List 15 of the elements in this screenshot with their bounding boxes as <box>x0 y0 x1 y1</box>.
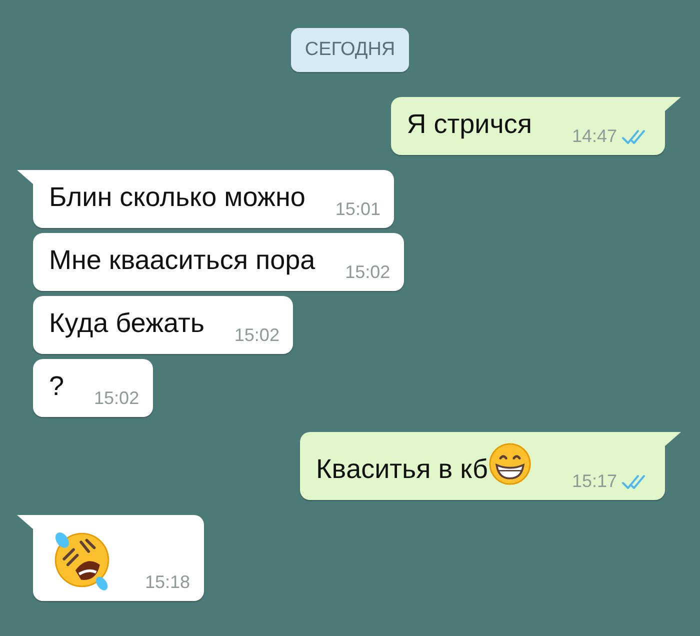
message-time: 15:01 <box>335 199 380 220</box>
message-time: 15:02 <box>345 262 390 283</box>
message-time: 15:02 <box>234 325 280 346</box>
message-text: Куда бежать <box>49 307 204 340</box>
message-text: ? <box>49 370 64 403</box>
message-time: 15:18 <box>145 572 190 593</box>
message-text: Я стричся <box>406 108 532 141</box>
date-chip: СЕГОДНЯ <box>290 28 410 72</box>
message-text: Квaситья в кб <box>316 453 488 486</box>
message-time: 15:17 <box>572 471 617 492</box>
message-time: 15:02 <box>94 388 140 409</box>
message-text: Блин сколько можно <box>49 181 306 214</box>
message-text: Мне квааситься пора <box>49 244 316 277</box>
grinning-emoji-icon <box>488 442 532 486</box>
message-time: 14:47 <box>572 126 617 147</box>
